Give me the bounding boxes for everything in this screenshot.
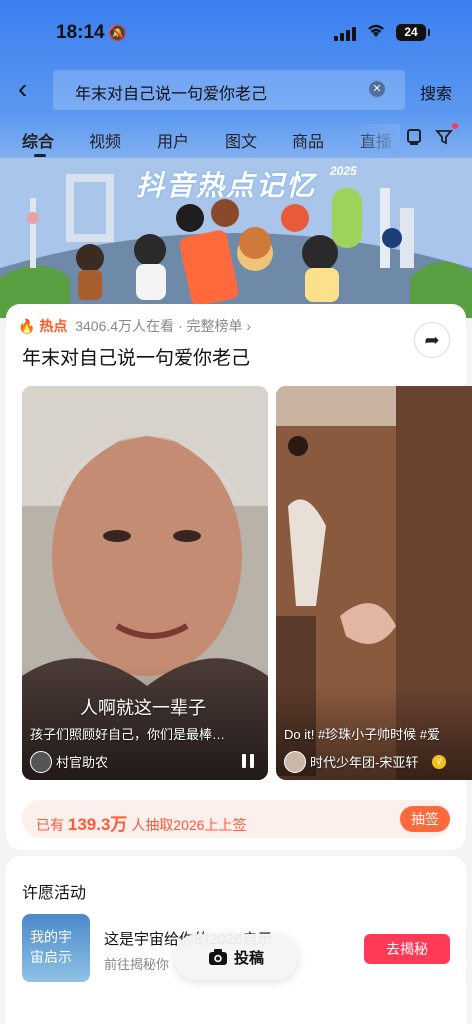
filter-icon[interactable] xyxy=(434,128,454,148)
full-ranking-link[interactable]: 完整榜单 xyxy=(187,318,243,334)
author-avatar[interactable] xyxy=(30,751,52,773)
video-card[interactable]: 人啊就这一辈子 孩子们照顾好自己，你们是最棒… 村官助农 xyxy=(22,386,268,780)
lottery-text: 已有 139.3万 人抽取2026上上签 xyxy=(36,810,246,835)
separator-dot: · xyxy=(177,318,187,334)
video-thumbnail xyxy=(276,386,472,780)
search-input[interactable]: 年末对自己说一句爱你老己 ✕ xyxy=(53,70,405,110)
banner-year: 2025 xyxy=(330,164,357,178)
author-avatar[interactable] xyxy=(284,751,306,773)
wish-thumbnail[interactable]: 我的宇宙启示 xyxy=(22,914,90,982)
post-button-label: 投稿 xyxy=(234,950,265,967)
video-caption: Do it! #珍珠小子帅时候 #爱 xyxy=(284,727,441,742)
tab-fade xyxy=(350,124,400,154)
lottery-suffix: 人抽取2026上上签 xyxy=(131,817,247,833)
banner-title: 抖音热点记忆 xyxy=(136,170,317,201)
tab-video[interactable]: 视频 xyxy=(89,128,121,152)
verified-icon: v xyxy=(432,755,446,769)
hot-meta[interactable]: 🔥 热点 3406.4万人在看 · 完整榜单 › xyxy=(18,316,251,336)
signal-icon xyxy=(334,27,356,41)
lottery-prefix: 已有 xyxy=(36,817,64,833)
post-button[interactable]: 投稿 xyxy=(174,934,298,980)
clear-icon[interactable]: ✕ xyxy=(369,81,385,97)
lottery-count: 139.3万 xyxy=(67,815,128,834)
reveal-button[interactable]: 去揭秘 xyxy=(364,934,450,964)
pause-icon[interactable] xyxy=(242,754,254,768)
wifi-icon xyxy=(366,22,386,43)
lottery-banner[interactable]: 已有 139.3万 人抽取2026上上签 xyxy=(22,800,450,838)
viewer-count: 3406.4万人在看 xyxy=(75,318,175,334)
camera-icon xyxy=(209,949,227,965)
chevron-right-icon: › xyxy=(246,318,252,334)
status-bar: 18:14 🔕 24 xyxy=(0,0,472,60)
topic-title[interactable]: 年末对自己说一句爱你老己 xyxy=(22,343,250,370)
tab-active-indicator xyxy=(34,154,46,157)
author-name[interactable]: 村官助农 xyxy=(56,752,108,771)
search-query[interactable]: 年末对自己说一句爱你老己 xyxy=(75,80,267,104)
wish-thumb-text: 我的宇宙启示 xyxy=(30,930,72,966)
tab-users[interactable]: 用户 xyxy=(157,128,189,152)
video-thumbnail xyxy=(22,386,268,780)
wish-section-title: 许愿活动 xyxy=(22,885,87,902)
video-card[interactable]: Do it! #珍珠小子帅时候 #爱 时代少年团-宋亚轩 v xyxy=(276,386,472,780)
status-time: 18:14 xyxy=(56,22,105,43)
search-button[interactable]: 搜索 xyxy=(420,80,452,104)
video-overlay-text: 人啊就这一辈子 xyxy=(80,698,206,719)
fire-icon: 🔥 xyxy=(18,318,36,334)
tab-all[interactable]: 综合 xyxy=(22,128,54,152)
share-icon[interactable]: ➦ xyxy=(414,322,450,358)
tab-products[interactable]: 商品 xyxy=(292,128,324,152)
wish-activity-subtitle: 前往揭秘你 xyxy=(104,957,170,972)
header-area: 抖音热点记忆 2025 18:14 🔕 24 ‹ 年末对自己说一句爱你老己 ✕ … xyxy=(0,0,472,318)
back-arrow-icon[interactable]: ‹ xyxy=(18,74,27,104)
mute-bell-icon: 🔕 xyxy=(108,25,127,42)
battery-icon: 24 xyxy=(396,24,430,41)
hot-label: 热点 xyxy=(39,318,68,334)
author-name[interactable]: 时代少年团-宋亚轩 xyxy=(310,752,418,771)
tab-posts[interactable]: 图文 xyxy=(225,128,257,152)
device-icon[interactable] xyxy=(404,128,424,148)
video-caption: 孩子们照顾好自己，你们是最棒… xyxy=(30,727,226,742)
draw-lot-button[interactable]: 抽签 xyxy=(400,806,450,832)
notification-dot xyxy=(452,123,458,129)
